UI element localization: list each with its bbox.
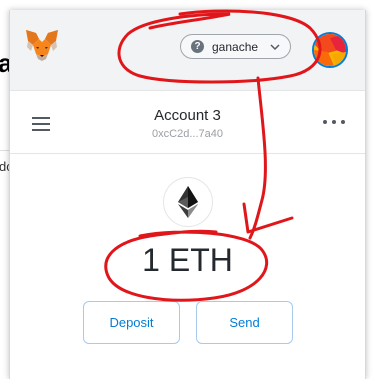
ethereum-icon	[163, 177, 213, 227]
network-name: ganache	[212, 39, 259, 54]
deposit-button[interactable]: Deposit	[83, 301, 180, 344]
account-balance: 1 ETH	[142, 242, 233, 278]
question-circle-icon: ?	[191, 40, 204, 53]
network-selector[interactable]: ? ganache	[180, 34, 291, 59]
chevron-down-icon	[270, 44, 280, 51]
send-button[interactable]: Send	[196, 301, 293, 344]
metamask-popup: ? ganache Account 3 0xcC2d...7a40 1 ETH …	[9, 10, 366, 379]
account-avatar[interactable]	[312, 32, 348, 68]
account-details-bar: Account 3 0xcC2d...7a40	[10, 91, 365, 154]
account-identicon	[314, 34, 346, 66]
metamask-fox-icon[interactable]	[24, 28, 60, 62]
kebab-menu-icon[interactable]	[323, 120, 345, 126]
header-bar: ? ganache	[10, 10, 365, 91]
account-name[interactable]: Account 3	[10, 107, 365, 124]
account-address[interactable]: 0xcC2d...7a40	[10, 128, 365, 140]
